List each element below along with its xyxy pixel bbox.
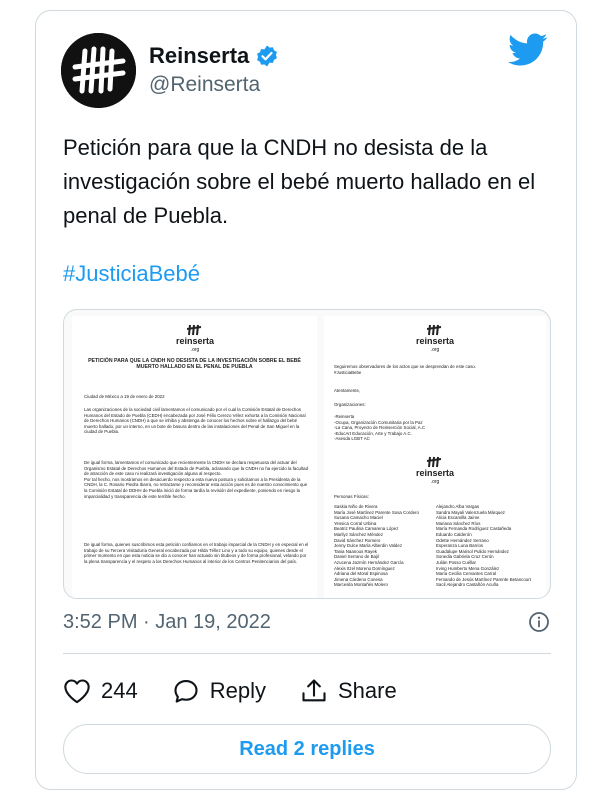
info-icon[interactable]	[528, 611, 550, 633]
tweet-media-image[interactable]: reinserta .org PETICIÓN PARA QUE LA CNDH…	[63, 309, 551, 599]
document-orgs-label: Organizaciones:	[334, 402, 366, 407]
hashtag-link[interactable]: #JusticiaBebé	[63, 261, 200, 287]
document-paragraph: De igual forma, lamentamos el comunicado…	[84, 460, 309, 499]
document-page-right: reinserta .org Seguiremos observadores d…	[324, 316, 546, 598]
tweet-card: Reinserta @Reinserta Petición para que l…	[35, 10, 577, 790]
like-button[interactable]: 244	[63, 678, 138, 704]
reinserta-logo-icon	[61, 33, 136, 108]
read-replies-button[interactable]: Read 2 replies	[63, 724, 551, 774]
document-orgs-list: -Reinserta -Ocupa, Organización Comunita…	[334, 414, 426, 442]
share-button[interactable]: Share	[300, 678, 397, 704]
logo-sub: .org	[190, 347, 200, 353]
document-closing: Atentamente,	[334, 388, 361, 393]
document-persons-col1: Saskia Niño de Rivera María José Martíne…	[334, 504, 419, 588]
tweet-text: Petición para que la CNDH no desista de …	[63, 135, 536, 228]
heart-icon	[64, 679, 90, 704]
avatar[interactable]	[61, 33, 136, 108]
reinserta-logo: reinserta .org	[410, 324, 460, 355]
share-label: Share	[337, 678, 397, 703]
logo-text: reinserta	[415, 336, 455, 346]
reinserta-bars-icon	[427, 324, 442, 336]
reply-bubble-icon	[174, 680, 198, 703]
document-paragraph: De igual forma, quienes suscribimos esta…	[84, 542, 309, 564]
document-paragraph: Las organizaciones de la sociedad civil …	[84, 407, 306, 435]
tweet-timestamp[interactable]: 3:52 PM · Jan 19, 2022	[63, 611, 271, 634]
verified-badge-icon	[257, 45, 278, 67]
twitter-bird-icon[interactable]	[508, 33, 548, 67]
document-date: Ciudad de México a 19 de enero de 2022	[84, 394, 165, 399]
logo-text: reinserta	[175, 336, 215, 346]
like-count: 244	[101, 678, 138, 703]
reply-label: Reply	[209, 678, 266, 703]
reinserta-bars-icon	[427, 456, 442, 468]
author-handle[interactable]: @Reinserta	[149, 73, 260, 97]
author-name-row[interactable]: Reinserta	[149, 43, 279, 69]
action-bar: 244 Reply Share	[63, 671, 551, 711]
share-icon	[302, 679, 326, 702]
reinserta-logo: reinserta .org	[170, 324, 220, 355]
reply-button[interactable]: Reply	[172, 678, 266, 704]
document-page-left: reinserta .org PETICIÓN PARA QUE LA CNDH…	[72, 316, 317, 598]
document-persons-label: Personas Físicas:	[334, 494, 369, 499]
reinserta-logo: reinserta .org	[410, 456, 460, 487]
document-title: PETICIÓN PARA QUE LA CNDH NO DESISTA DE …	[88, 358, 301, 371]
logo-sub: .org	[430, 347, 440, 353]
divider	[63, 653, 551, 654]
logo-text: reinserta	[415, 468, 455, 478]
document-intro: Seguiremos observadores de los actos que…	[334, 364, 477, 375]
document-persons-col2: Alejandro Alba Vargas Sandra Mayali Vale…	[436, 504, 531, 588]
reinserta-bars-icon	[187, 324, 202, 336]
author-name[interactable]: Reinserta	[149, 43, 249, 69]
logo-sub: .org	[430, 479, 440, 485]
